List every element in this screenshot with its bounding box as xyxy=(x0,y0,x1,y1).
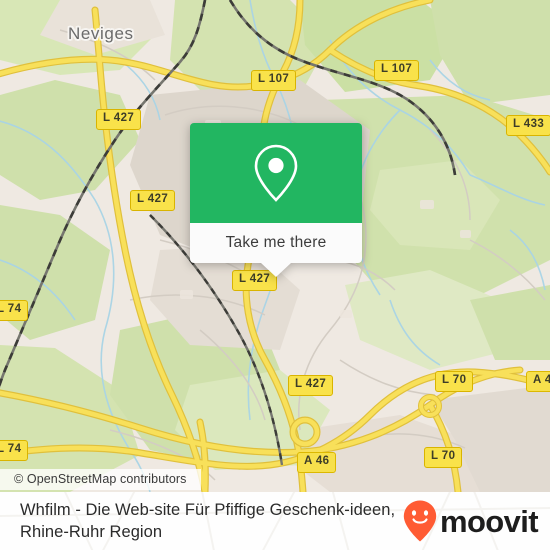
place-label-neviges: Neviges xyxy=(68,24,134,43)
road-shield-l433: L 433 xyxy=(506,115,550,136)
page-title-line2: Rhine-Ruhr Region xyxy=(20,523,163,541)
road-shield-l427-a: L 427 xyxy=(96,109,142,130)
road-shield-l427-d: L 427 xyxy=(288,375,334,396)
road-shield-l70-b: L 70 xyxy=(424,447,463,468)
page-title: Whfilm - Die Web-site Für Pfiffige Gesch… xyxy=(20,499,402,543)
take-me-there-label: Take me there xyxy=(225,234,327,251)
map-attribution[interactable]: © OpenStreetMap contributors xyxy=(0,469,201,490)
popup-header xyxy=(190,123,362,223)
popup-tail xyxy=(261,263,291,277)
road-shield-l74-b: L 74 xyxy=(0,440,29,461)
moovit-wordmark: moovit xyxy=(439,503,539,539)
location-popup-card[interactable]: Take me there xyxy=(190,123,362,277)
road-shield-l70-a: L 70 xyxy=(435,371,474,392)
road-shield-a46-a: A 46 xyxy=(526,371,550,392)
map-canvas[interactable]: Neviges L 107 L 107 L 427 L 433 L 427 L … xyxy=(0,0,550,492)
road-shield-a46-b: A 46 xyxy=(297,452,337,473)
page-title-line1: Whfilm - Die Web-site Für Pfiffige Gesch… xyxy=(20,501,396,519)
page-footer: Whfilm - Die Web-site Für Pfiffige Gesch… xyxy=(0,492,550,550)
road-shield-l74-a: L 74 xyxy=(0,300,29,321)
moovit-brand[interactable]: moovit xyxy=(402,499,539,543)
map-pin-icon xyxy=(254,144,298,202)
moovit-map-page: Neviges L 107 L 107 L 427 L 433 L 427 L … xyxy=(0,0,550,550)
take-me-there-button[interactable]: Take me there xyxy=(190,223,362,263)
road-shield-l107-b: L 107 xyxy=(374,60,420,81)
moovit-smiley-pin-icon xyxy=(403,500,437,542)
road-shield-l427-b: L 427 xyxy=(130,190,176,211)
road-shield-l107-a: L 107 xyxy=(251,70,297,91)
